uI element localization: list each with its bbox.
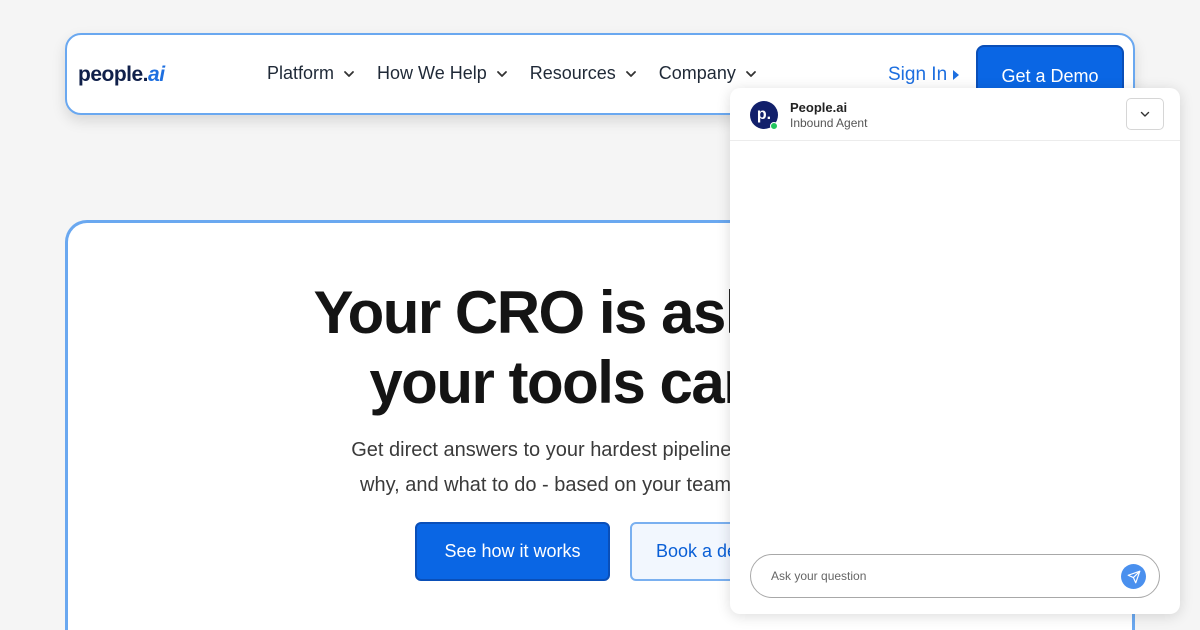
nav-item-platform[interactable]: Platform: [267, 63, 355, 84]
agent-name: People.ai: [790, 100, 848, 115]
chat-header: p. People.ai Inbound Agent: [730, 88, 1180, 141]
caret-right-icon: [953, 70, 960, 80]
sign-in-link[interactable]: Sign In: [888, 64, 960, 86]
chat-question-input[interactable]: [771, 566, 1111, 586]
chevron-down-icon: [625, 70, 636, 77]
send-button[interactable]: [1121, 564, 1146, 589]
logo-text: people.: [78, 63, 149, 86]
nav-item-label: Company: [658, 63, 736, 83]
chat-collapse-button[interactable]: [1126, 98, 1164, 130]
chevron-down-icon: [496, 70, 507, 77]
people-ai-logo[interactable]: people.ai: [78, 63, 165, 87]
chevron-down-icon: [745, 70, 756, 77]
logo-accent: ai: [148, 63, 165, 86]
nav-item-label: Resources: [529, 63, 616, 83]
send-icon: [1127, 570, 1140, 583]
online-status-dot: [770, 122, 778, 130]
chevron-down-icon: [1140, 111, 1150, 117]
chat-widget: p. People.ai Inbound Agent: [730, 88, 1180, 614]
nav-item-company[interactable]: Company: [659, 63, 757, 84]
sign-in-label: Sign In: [888, 64, 948, 85]
nav-item-label: Platform: [267, 63, 335, 83]
nav-item-how-we-help[interactable]: How We Help: [377, 63, 508, 84]
see-how-it-works-button[interactable]: See how it works: [415, 522, 610, 581]
chevron-down-icon: [344, 70, 354, 77]
nav-item-resources[interactable]: Resources: [530, 63, 637, 84]
nav-item-label: How We Help: [377, 63, 487, 83]
chat-input-container: [750, 554, 1160, 598]
agent-role: Inbound Agent: [790, 116, 868, 130]
main-nav: Platform How We Help Resources Company: [267, 63, 757, 84]
